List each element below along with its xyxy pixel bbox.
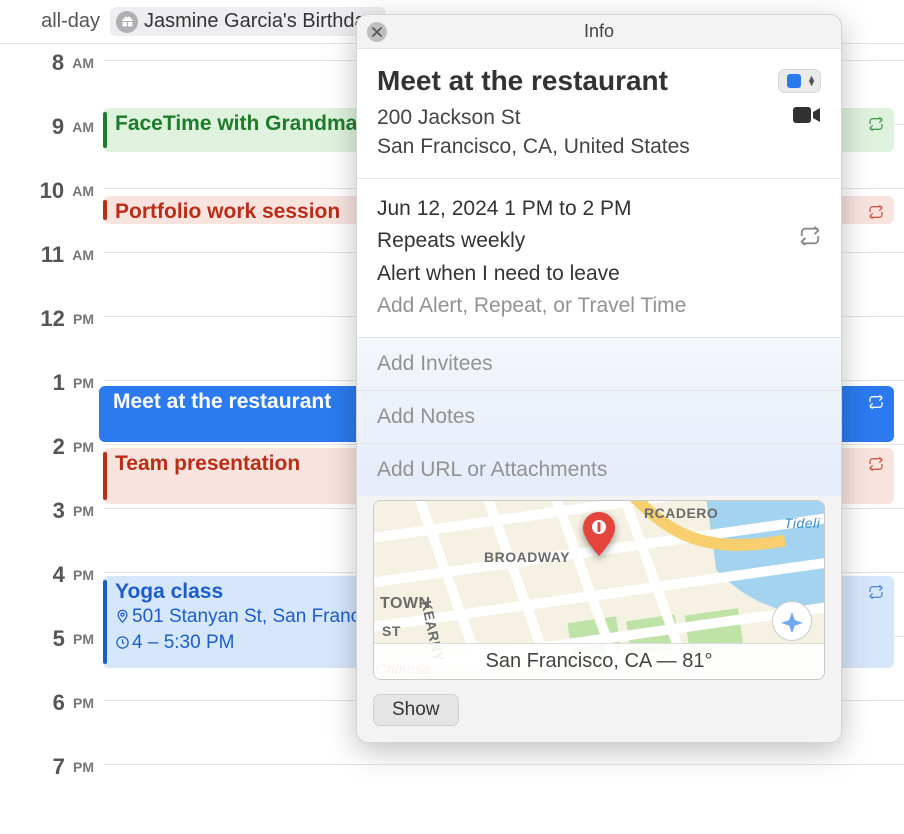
event-title: Portfolio work session xyxy=(115,200,340,223)
map-area-label: TOWN xyxy=(380,595,431,613)
event-datetime-field[interactable]: Jun 12, 2024 1 PM to 2 PM xyxy=(377,193,821,226)
repeat-icon xyxy=(868,202,884,218)
event-header-section: Meet at the restaurant ▲▼ 200 Jackson St… xyxy=(357,49,841,179)
map-weather-label: San Francisco, CA — 81° xyxy=(374,643,824,679)
map-compass-icon[interactable] xyxy=(772,601,812,641)
clock-icon xyxy=(115,634,130,656)
map-street-label: ST xyxy=(382,623,401,639)
popover-header: Info xyxy=(357,15,841,49)
event-alert-field[interactable]: Alert when I need to leave xyxy=(377,258,821,291)
event-title-field[interactable]: Meet at the restaurant xyxy=(377,65,766,97)
location-pin-icon xyxy=(115,608,130,630)
repeat-icon xyxy=(868,392,884,408)
show-button[interactable]: Show xyxy=(373,694,459,726)
calendar-swatch-icon xyxy=(787,74,801,88)
gift-icon xyxy=(116,11,138,33)
event-time-section: Jun 12, 2024 1 PM to 2 PM Repeats weekly… xyxy=(357,179,841,338)
event-title: Yoga class xyxy=(115,580,223,603)
repeat-icon xyxy=(868,114,884,130)
location-map[interactable]: BROADWAY KEARNY TOWN ST RCADERO Tideli C… xyxy=(373,500,825,680)
event-info-popover: Info Meet at the restaurant ▲▼ 200 Jacks… xyxy=(356,14,842,743)
add-invitees-field[interactable]: Add Invitees xyxy=(357,338,841,391)
repeat-icon xyxy=(799,225,821,258)
birthday-chip[interactable]: Jasmine Garcia's Birthday xyxy=(110,7,386,36)
repeat-icon xyxy=(868,454,884,470)
add-url-attachments-field[interactable]: Add URL or Attachments xyxy=(357,444,841,496)
event-location-field[interactable]: 200 Jackson St San Francisco, CA, United… xyxy=(377,103,775,162)
map-street-label: RCADERO xyxy=(644,505,718,521)
close-button[interactable] xyxy=(367,22,387,42)
calendar-color-picker[interactable]: ▲▼ xyxy=(778,69,821,93)
map-pin-icon xyxy=(582,512,616,561)
map-street-label: BROADWAY xyxy=(484,549,570,565)
all-day-label: all-day xyxy=(26,10,100,33)
popover-title: Info xyxy=(584,21,614,42)
event-title: Meet at the restaurant xyxy=(113,390,331,413)
map-water-label: Tideli xyxy=(784,515,820,531)
chevron-updown-icon: ▲▼ xyxy=(807,76,816,86)
popover-footer: Show xyxy=(357,680,841,742)
add-notes-field[interactable]: Add Notes xyxy=(357,391,841,444)
repeat-icon xyxy=(868,582,884,598)
add-alert-repeat-travel[interactable]: Add Alert, Repeat, or Travel Time xyxy=(377,290,821,323)
event-repeat-field[interactable]: Repeats weekly xyxy=(377,225,525,258)
event-title: FaceTime with Grandma xyxy=(115,112,357,135)
birthday-chip-label: Jasmine Garcia's Birthday xyxy=(144,10,376,33)
video-call-icon[interactable] xyxy=(787,105,821,130)
event-title: Team presentation xyxy=(115,452,300,475)
